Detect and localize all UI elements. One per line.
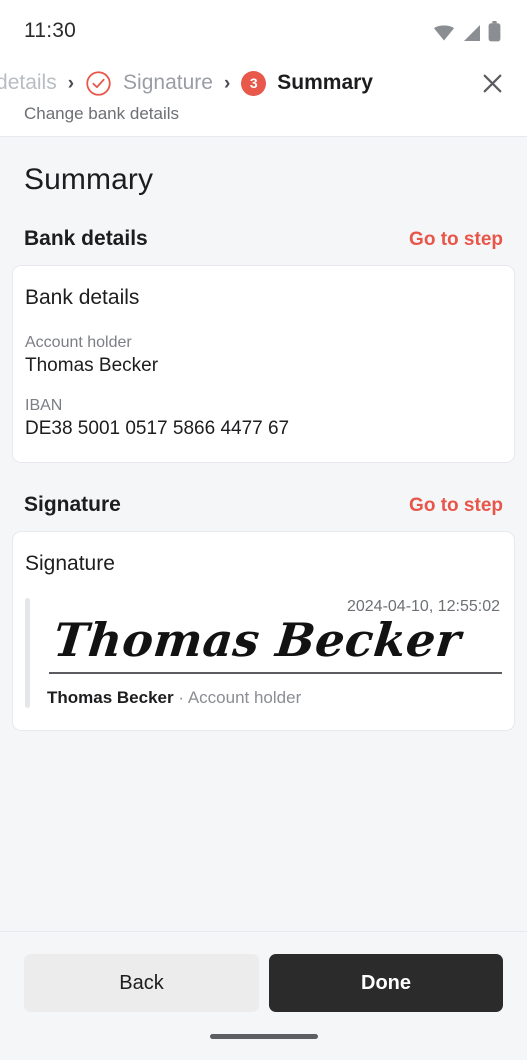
button-row: Back Done bbox=[24, 954, 503, 1012]
wizard-header: nk details › Signature › 3 Summary Chang… bbox=[0, 62, 527, 137]
field-value-account-holder: Thomas Becker bbox=[25, 355, 159, 376]
section-header-signature: Signature Go to step bbox=[12, 463, 515, 531]
back-button[interactable]: Back bbox=[24, 954, 259, 1012]
battery-icon bbox=[488, 20, 501, 41]
signature-signer-name: Thomas Becker bbox=[47, 688, 174, 708]
section-title-signature: Signature bbox=[24, 493, 121, 516]
content-area: Summary Bank details Go to step Bank det… bbox=[0, 137, 527, 931]
section-header-bank-details: Bank details Go to step bbox=[12, 197, 515, 265]
header-subtitle: Change bank details bbox=[24, 104, 180, 123]
home-indicator-area bbox=[24, 1012, 503, 1060]
field-iban: IBAN DE38 5001 0517 5866 4477 67 bbox=[25, 377, 502, 440]
wifi-icon bbox=[434, 25, 454, 40]
go-to-step-link-signature[interactable]: Go to step bbox=[409, 495, 503, 517]
status-icons bbox=[433, 20, 501, 42]
close-icon bbox=[483, 74, 501, 92]
chevron-right-icon: › bbox=[67, 72, 75, 94]
signature-block: 2024-04-10, 12:55:02 Thomas Becker Thoma… bbox=[25, 598, 502, 709]
footer-actions: Back Done bbox=[0, 931, 527, 1060]
section-title-bank-details: Bank details bbox=[24, 227, 148, 250]
phone-screen: 11:30 nk details › Signature › 3 bbox=[0, 0, 527, 1060]
signature-accent-bar bbox=[25, 598, 30, 709]
card-title-signature: Signature bbox=[25, 552, 115, 575]
breadcrumb-item-summary[interactable]: Summary bbox=[277, 71, 373, 95]
field-label-account-holder: Account holder bbox=[25, 334, 132, 351]
signature-separator: · bbox=[178, 688, 185, 708]
signature-meta: Thomas Becker · Account holder bbox=[47, 674, 502, 708]
field-label-iban: IBAN bbox=[25, 397, 63, 414]
status-bar: 11:30 bbox=[0, 0, 527, 62]
bank-details-card: Bank details Account holder Thomas Becke… bbox=[12, 265, 515, 463]
chevron-right-icon-2: › bbox=[223, 72, 231, 94]
card-title-bank-details: Bank details bbox=[25, 286, 140, 309]
page-title: Summary bbox=[24, 163, 154, 196]
close-button[interactable] bbox=[475, 66, 509, 100]
field-account-holder: Account holder Thomas Becker bbox=[25, 314, 502, 377]
step-badge-3: 3 bbox=[241, 70, 267, 96]
cellular-signal-icon bbox=[464, 24, 480, 41]
breadcrumb: nk details › Signature › 3 Summary bbox=[0, 62, 527, 104]
go-to-step-link-bank-details[interactable]: Go to step bbox=[409, 229, 503, 251]
signature-card: Signature 2024-04-10, 12:55:02 Thomas Be… bbox=[12, 531, 515, 732]
check-circle-icon bbox=[86, 70, 111, 96]
signature-signer-role: Account holder bbox=[187, 688, 302, 708]
done-button[interactable]: Done bbox=[269, 954, 503, 1012]
home-indicator[interactable] bbox=[209, 1033, 318, 1039]
breadcrumb-item-bank-details[interactable]: nk details bbox=[0, 71, 57, 95]
signature-drawing: Thomas Becker bbox=[51, 613, 464, 667]
status-time: 11:30 bbox=[24, 19, 76, 42]
breadcrumb-item-signature[interactable]: Signature bbox=[123, 71, 213, 95]
field-value-iban: DE38 5001 0517 5866 4477 67 bbox=[25, 418, 290, 439]
